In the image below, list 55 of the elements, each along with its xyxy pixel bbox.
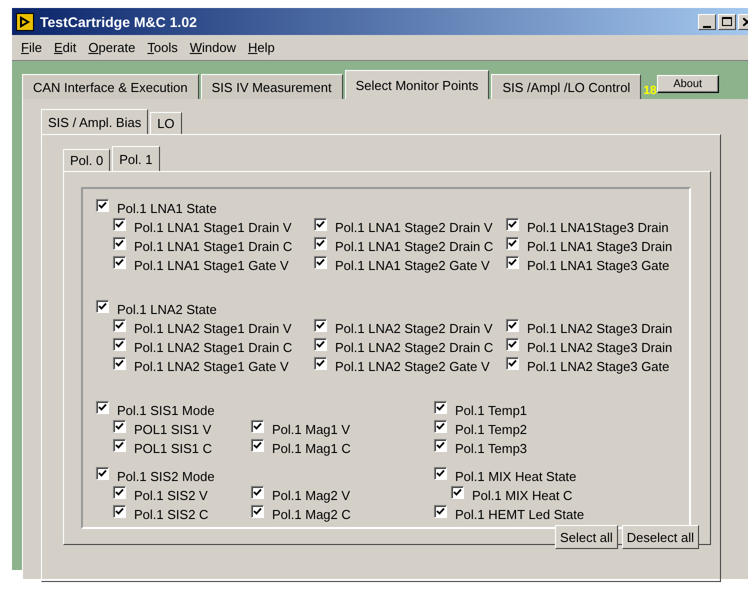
tab[interactable]: Pol. 0 — [63, 149, 110, 171]
checkbox-label: Pol.1 LNA1Stage3 Drain — [527, 220, 669, 235]
checkbox-label: Pol.1 Mag2 C — [272, 507, 351, 522]
checkbox-label: Pol.1 LNA2 Stage1 Gate V — [134, 359, 289, 374]
checkbox-label: Pol.1 Temp3 — [455, 441, 528, 456]
checkbox-label: Pol.1 Mag2 V — [272, 488, 350, 503]
checkbox-label: Pol.1 SIS2 Mode — [117, 469, 215, 484]
checkbox-label: Pol.1 LNA1 State — [117, 201, 217, 216]
checkbox-label: Pol.1 SIS2 V — [134, 488, 208, 503]
checkbox-label: Pol.1 Temp2 — [455, 422, 528, 437]
checkbox-label: Pol.1 Mag1 C — [272, 441, 351, 456]
tab[interactable]: Pol. 1 — [112, 146, 160, 171]
checkbox-label: Pol.1 LNA1 Stage1 Drain C — [134, 239, 292, 254]
checkbox-label: Pol.1 SIS2 C — [134, 507, 208, 522]
checkbox-label: Pol.1 Temp1 — [455, 403, 528, 418]
checkbox-label: Pol.1 MIX Heat C — [472, 488, 572, 503]
checkbox-label: Pol.1 LNA2 Stage3 Gate — [527, 359, 670, 374]
checkbox-label: Pol.1 LNA2 Stage2 Drain C — [335, 340, 494, 355]
checkbox-label: Pol.1 LNA1 Stage2 Drain V — [335, 220, 493, 235]
checkbox-label: Pol.1 LNA2 Stage2 Drain V — [335, 321, 493, 336]
checkbox-label: Pol.1 LNA1 Stage3 Drain — [527, 239, 672, 254]
checkbox-label: Pol.1 LNA2 Stage2 Gate V — [335, 359, 490, 374]
tab[interactable]: LO — [150, 112, 182, 134]
checkbox-label: Pol.1 LNA2 Stage1 Drain C — [134, 340, 292, 355]
tab[interactable]: SIS IV Measurement — [200, 74, 343, 99]
checkbox-label: POL1 SIS1 C — [134, 441, 212, 456]
checkbox-label: Pol.1 Mag1 V — [272, 422, 350, 437]
tab[interactable]: CAN Interface & Execution — [22, 74, 199, 99]
tab[interactable]: Select Monitor Points — [344, 70, 490, 99]
checkbox-label: Pol.1 LNA1 Stage1 Gate V — [134, 258, 289, 273]
checkbox-label: Pol.1 LNA1 Stage2 Gate V — [335, 258, 490, 273]
tab[interactable]: SIS /Ampl /LO Control — [491, 74, 642, 99]
menu-item[interactable]: Window — [184, 40, 242, 55]
about-button[interactable]: About — [656, 75, 719, 93]
menu-item[interactable]: Tools — [141, 40, 184, 55]
checkbox-label: Pol.1 LNA2 Stage3 Drain — [527, 321, 672, 336]
checkbox-label: Pol.1 MIX Heat State — [455, 469, 576, 484]
checkbox-label: Pol.1 LNA1 Stage2 Drain C — [335, 239, 494, 254]
checkbox-label: Pol.1 LNA2 Stage1 Drain V — [134, 321, 292, 336]
checkbox-label: Pol.1 LNA2 Stage3 Drain — [527, 340, 672, 355]
action-button[interactable]: Select all — [555, 525, 618, 549]
checkbox-label: Pol.1 LNA1 Stage1 Drain V — [134, 220, 292, 235]
count-indicator: 18 — [643, 83, 657, 97]
menu-item[interactable]: Edit — [48, 40, 82, 55]
menu-item[interactable]: Operate — [82, 40, 142, 55]
action-button[interactable]: Deselect all — [622, 525, 699, 549]
window-title: TestCartridge M&C 1.02 — [40, 14, 198, 30]
menu-item[interactable]: File — [15, 40, 48, 55]
checkbox-label: Pol.1 LNA2 State — [117, 302, 217, 317]
tab[interactable]: SIS / Ampl. Bias — [41, 109, 148, 134]
checkbox-label: POL1 SIS1 V — [134, 422, 212, 437]
checkbox-label: Pol.1 LNA1 Stage3 Gate — [527, 258, 670, 273]
checkbox-label: Pol.1 SIS1 Mode — [117, 403, 215, 418]
checkbox-label: Pol.1 HEMT Led State — [455, 507, 584, 522]
menu-item[interactable]: Help — [242, 40, 281, 55]
